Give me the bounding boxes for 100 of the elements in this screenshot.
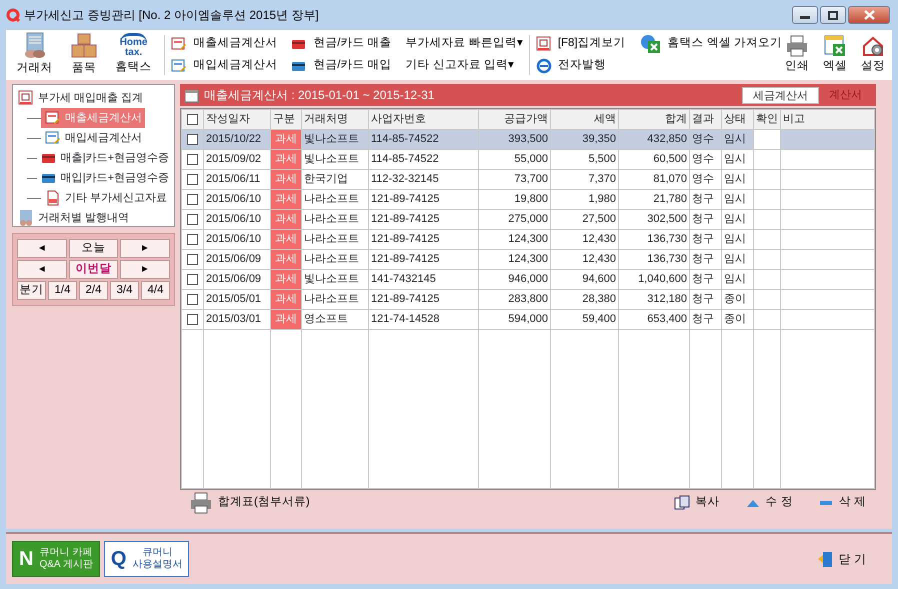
- tax-document-icon: [45, 190, 61, 206]
- toolbar-button[interactable]: 엑셀: [820, 34, 850, 76]
- tree-item[interactable]: 매입세금계산서: [41, 128, 145, 148]
- checkbox[interactable]: [187, 234, 198, 245]
- checkbox[interactable]: [187, 254, 198, 265]
- date-nav-button[interactable]: 분기: [17, 281, 46, 300]
- table-cell: 946,000: [478, 270, 550, 290]
- document-pencil-icon: [45, 110, 61, 126]
- toolbar-button[interactable]: 품목: [59, 32, 109, 78]
- date-nav-button[interactable]: ▸: [120, 239, 170, 258]
- date-nav-button[interactable]: 오늘: [68, 239, 118, 258]
- toolbar-link[interactable]: 홈택스 엑셀 가져오기: [640, 33, 782, 55]
- action-button[interactable]: 삭 제: [818, 494, 866, 512]
- table-row[interactable]: 2015/03/01 과세 영소프트 121-74-14528 594,000 59,400 653,400 청구 종이: [182, 310, 874, 330]
- table-cell: 과세: [270, 130, 302, 150]
- toolbar-link[interactable]: 현금/카드 매입: [291, 55, 392, 77]
- table-cell: 영수: [690, 170, 722, 190]
- table-cell: 59,400: [550, 310, 618, 330]
- toolbar-link[interactable]: [F8]집계보기: [536, 33, 626, 55]
- table-cell: 나라소프트: [302, 290, 368, 310]
- date-nav-button[interactable]: ◂: [17, 260, 67, 279]
- checkbox[interactable]: [187, 134, 198, 145]
- toolbar-link[interactable]: 현금/카드 매출: [291, 33, 392, 55]
- toolbar-link[interactable]: 매출세금계산서: [171, 33, 278, 55]
- column-header: 결과: [690, 110, 722, 130]
- toolbar-link[interactable]: 매입세금계산서: [171, 55, 278, 77]
- table-cell: 81,070: [618, 170, 690, 190]
- date-nav-button[interactable]: ◂: [17, 239, 67, 258]
- close-button[interactable]: [848, 6, 890, 24]
- table-cell: 나라소프트: [302, 190, 368, 210]
- checkbox[interactable]: [187, 174, 198, 185]
- minimize-button[interactable]: [792, 6, 818, 24]
- table-row[interactable]: 2015/10/22 과세 빛나소프트 114-85-74522 393,500 39,350 432,850 영수 임시: [182, 130, 874, 150]
- toolbar-button[interactable]: 거래처: [10, 32, 60, 78]
- date-nav-button[interactable]: 4/4: [141, 281, 170, 300]
- toolbar-link[interactable]: 부가세자료 빠른입력▾: [406, 33, 523, 55]
- table-cell: 21,780: [618, 190, 690, 210]
- tree-item[interactable]: 거래처별 발행내역: [15, 208, 172, 228]
- table-cell: 임시: [722, 130, 754, 150]
- date-nav-button[interactable]: 3/4: [110, 281, 139, 300]
- date-nav-button[interactable]: ▸: [120, 260, 170, 279]
- checkbox[interactable]: [187, 194, 198, 205]
- close-window-button[interactable]: 닫 기: [810, 549, 872, 569]
- close-icon: [864, 10, 874, 20]
- table-cell: 114-85-74522: [368, 150, 478, 170]
- table-row[interactable]: 2015/06/09 과세 나라소프트 121-89-74125 124,300 12,430 136,730 청구 임시: [182, 250, 874, 270]
- table-row[interactable]: 2015/06/10 과세 나라소프트 121-89-74125 275,000 27,500 302,500 청구 임시: [182, 210, 874, 230]
- action-button[interactable]: 복사: [674, 494, 720, 512]
- table-cell: 빛나소프트: [302, 150, 368, 170]
- table-cell: 2015/03/01: [204, 310, 270, 330]
- table-cell: 55,000: [478, 150, 550, 170]
- checkbox[interactable]: [187, 294, 198, 305]
- checkbox[interactable]: [187, 214, 198, 225]
- table-row[interactable]: 2015/06/10 과세 나라소프트 121-89-74125 19,800 1,980 21,780 청구 임시: [182, 190, 874, 210]
- table-cell: 141-7432145: [368, 270, 478, 290]
- table-cell: 2015/10/22: [204, 130, 270, 150]
- checkbox[interactable]: [187, 314, 198, 325]
- report-icon: [18, 90, 34, 106]
- table-cell: 73,700: [478, 170, 550, 190]
- checkbox[interactable]: [187, 154, 198, 165]
- action-button[interactable]: 합계표(첨부서류): [190, 492, 310, 514]
- table-row[interactable]: 2015/06/09 과세 빛나소프트 141-7432145 946,000 94,600 1,040,600 청구 임시: [182, 270, 874, 290]
- table-cell: 302,500: [618, 210, 690, 230]
- column-header: 세액: [550, 110, 618, 130]
- date-nav-button[interactable]: 이번달: [68, 260, 118, 279]
- table-cell: 19,800: [478, 190, 550, 210]
- table-row[interactable]: 2015/06/10 과세 나라소프트 121-89-74125 124,300 12,430 136,730 청구 임시: [182, 230, 874, 250]
- tree-item[interactable]: 매입|카드+현금영수증: [36, 168, 172, 188]
- tree-item[interactable]: 기타 부가세신고자료: [41, 188, 170, 208]
- toolbar-button[interactable]: 설정: [858, 34, 888, 76]
- table-row[interactable]: 2015/05/01 과세 나라소프트 121-89-74125 283,800 28,380 312,180 청구 종이: [182, 290, 874, 310]
- date-nav-button[interactable]: 2/4: [79, 281, 108, 300]
- table-cell: 임시: [722, 210, 754, 230]
- boxes-icon: [70, 32, 98, 59]
- excel-import-icon: [640, 34, 662, 54]
- tab[interactable]: 세금계산서: [742, 86, 819, 104]
- checkbox[interactable]: [187, 114, 198, 125]
- table-cell: 종이: [722, 310, 754, 330]
- document-pencil-icon: [171, 58, 188, 74]
- table-cell: 112-32-32145: [368, 170, 478, 190]
- table-cell: 과세: [270, 270, 302, 290]
- table-row[interactable]: 2015/06/11 과세 한국기업 112-32-32145 73,700 7,370 81,070 영수 임시: [182, 170, 874, 190]
- table-row[interactable]: 2015/09/02 과세 빛나소프트 114-85-74522 55,000 5,500 60,500 영수 임시: [182, 150, 874, 170]
- toolbar-link[interactable]: 전자발행: [536, 55, 626, 77]
- table-cell: 136,730: [618, 230, 690, 250]
- table-cell: 121-89-74125: [368, 290, 478, 310]
- table-cell: 과세: [270, 230, 302, 250]
- toolbar-link[interactable]: 기타 신고자료 입력▾: [406, 55, 523, 77]
- date-nav-button[interactable]: 1/4: [48, 281, 77, 300]
- action-button[interactable]: 수 정: [746, 494, 793, 512]
- checkbox[interactable]: [187, 274, 198, 285]
- table-cell: 114-85-74522: [368, 130, 478, 150]
- table-cell: 빛나소프트: [302, 130, 368, 150]
- toolbar-button[interactable]: 인쇄: [782, 34, 812, 76]
- report-icon: [536, 36, 552, 52]
- table-cell: 121-89-74125: [368, 190, 478, 210]
- tree-item[interactable]: 부가세 매입매출 집계: [15, 88, 172, 108]
- tree-item[interactable]: 매출|카드+현금영수증: [36, 148, 172, 168]
- maximize-button[interactable]: [820, 6, 846, 24]
- toolbar-button[interactable]: Home tax. 홈택스: [108, 33, 158, 77]
